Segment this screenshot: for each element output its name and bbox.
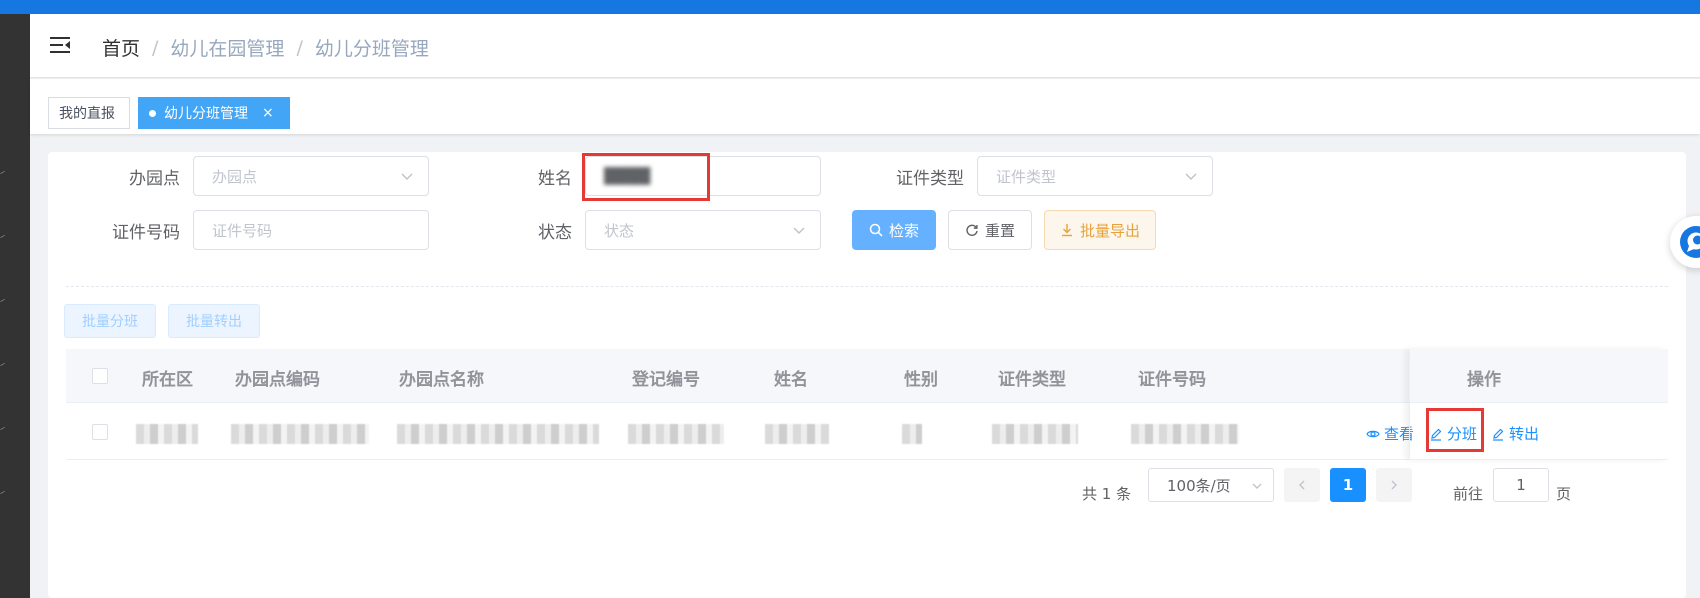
chevron-left-icon [1299, 480, 1305, 490]
goto-prefix: 前往 [1453, 485, 1484, 503]
search-button[interactable]: 检索 [852, 210, 936, 250]
col-id-type: 证件类型 [998, 370, 1066, 390]
sidebar-tick [0, 298, 5, 303]
filter-divider [66, 286, 1668, 287]
next-page-button[interactable] [1376, 468, 1412, 502]
tag-my-report[interactable]: 我的直报 [48, 97, 130, 129]
chevron-down-icon [401, 173, 413, 181]
highlight-box-name [582, 153, 710, 201]
close-icon[interactable]: × [262, 105, 274, 121]
breadcrumb-home[interactable]: 首页 [102, 34, 140, 61]
download-icon [1061, 224, 1072, 237]
cell-redacted [992, 424, 1078, 444]
status-placeholder: 状态 [604, 221, 635, 240]
campus-placeholder: 办园点 [212, 167, 258, 186]
tag-class-management[interactable]: 幼儿分班管理 × [138, 97, 290, 129]
row-checkbox[interactable] [92, 424, 108, 440]
content-card: 办园点 办园点 姓名 ████ 证件类型 证件类型 证件号码 证件号码 状态 状… [48, 152, 1686, 598]
cell-redacted [902, 424, 922, 444]
batch-export-button[interactable]: 批量导出 [1044, 210, 1156, 250]
id-type-placeholder: 证件类型 [996, 167, 1057, 186]
id-type-select[interactable]: 证件类型 [977, 156, 1213, 196]
chevron-down-icon [1252, 483, 1262, 489]
sidebar-tick [0, 426, 5, 431]
top-accent-bar [0, 0, 1700, 14]
breadcrumb-level1: 幼儿在园管理 [170, 38, 285, 60]
active-dot-icon [149, 109, 156, 117]
cell-redacted [765, 424, 829, 444]
chat-bubble-icon [1680, 226, 1700, 258]
navbar: 首页 / 幼儿在园管理 / 幼儿分班管理 [30, 14, 1700, 78]
select-all-checkbox[interactable] [92, 368, 108, 384]
cell-redacted [1131, 424, 1239, 444]
menu-toggle-icon[interactable] [50, 35, 72, 55]
status-select[interactable]: 状态 [585, 210, 821, 250]
col-campus-code: 办园点编码 [235, 370, 320, 390]
pagination-total: 共 1 条 [1082, 485, 1132, 503]
breadcrumb-separator: / [152, 36, 159, 59]
status-label: 状态 [538, 223, 572, 243]
breadcrumb: 首页 / 幼儿在园管理 / 幼儿分班管理 [102, 34, 429, 61]
goto-suffix: 页 [1556, 485, 1572, 503]
col-campus-name: 办园点名称 [399, 370, 484, 390]
search-label: 检索 [888, 221, 919, 240]
page-size-select[interactable]: 100条/页 [1148, 468, 1274, 502]
chevron-down-icon [793, 227, 805, 235]
sidebar-tick [0, 362, 5, 367]
export-label: 批量导出 [1079, 221, 1140, 240]
sidebar-tick [0, 170, 5, 175]
col-id-number: 证件号码 [1138, 370, 1206, 390]
col-name: 姓名 [774, 370, 808, 390]
cell-redacted [136, 424, 198, 444]
col-district: 所在区 [142, 370, 193, 390]
campus-label: 办园点 [129, 169, 180, 189]
reset-label: 重置 [984, 221, 1015, 240]
col-reg-number: 登记编号 [632, 370, 700, 390]
name-label: 姓名 [538, 169, 572, 189]
chevron-right-icon [1391, 480, 1397, 490]
tag-label: 我的直报 [59, 106, 115, 122]
reset-button[interactable]: 重置 [948, 210, 1032, 250]
col-gender: 性别 [904, 370, 938, 390]
tags-view-bar: 我的直报 幼儿分班管理 × [30, 79, 1700, 134]
campus-select[interactable]: 办园点 [193, 156, 429, 196]
eye-icon [1366, 430, 1380, 437]
main-area: 首页 / 幼儿在园管理 / 幼儿分班管理 我的直报 幼儿分班管理 × 办园点 办… [30, 14, 1700, 598]
id-number-input[interactable]: 证件号码 [193, 210, 429, 250]
refresh-icon [966, 224, 978, 236]
goto-page-input[interactable]: 1 [1493, 468, 1549, 502]
cell-redacted [628, 424, 724, 444]
cell-redacted [231, 424, 369, 444]
view-button[interactable]: 查看 [1366, 423, 1414, 444]
cell-redacted [397, 424, 599, 444]
sidebar-tick [0, 234, 5, 239]
page-number-current[interactable]: 1 [1330, 468, 1366, 502]
breadcrumb-separator: / [296, 36, 303, 59]
sidebar [0, 14, 30, 598]
id-type-label: 证件类型 [896, 169, 964, 189]
tag-label: 幼儿分班管理 [164, 106, 248, 122]
search-icon [869, 223, 883, 237]
prev-page-button[interactable] [1284, 468, 1320, 502]
sidebar-tick [0, 490, 5, 495]
page-size-value: 100条/页 [1167, 476, 1231, 495]
highlight-box-assign [1426, 408, 1484, 452]
batch-transfer-button[interactable]: 批量转出 [168, 304, 260, 338]
batch-assign-button[interactable]: 批量分班 [64, 304, 156, 338]
id-number-label: 证件号码 [112, 223, 180, 243]
chevron-down-icon [1185, 173, 1197, 181]
id-number-placeholder: 证件号码 [212, 221, 273, 240]
breadcrumb-level2: 幼儿分班管理 [314, 38, 429, 60]
